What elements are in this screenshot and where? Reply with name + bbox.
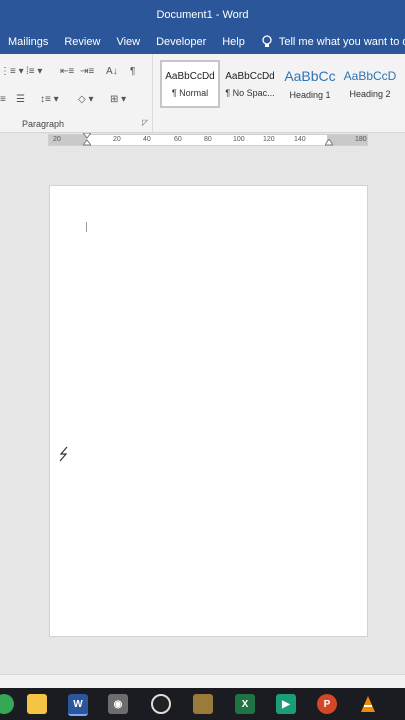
tab-label: Developer — [156, 36, 207, 48]
style-preview: AaBbCcDd — [165, 70, 215, 82]
word-icon[interactable]: W — [68, 694, 88, 716]
style-name: Heading 1 — [289, 90, 331, 100]
indent-marker-icon[interactable] — [83, 133, 91, 147]
line-spacing-icon[interactable]: ↕≡ ▾ — [40, 94, 59, 105]
horizontal-ruler[interactable]: 20 20 40 60 80 100 120 140 180 — [48, 133, 368, 147]
speedometer-icon[interactable] — [151, 694, 171, 714]
powerpoint-icon[interactable]: P — [317, 694, 337, 714]
file-explorer-icon[interactable] — [27, 694, 47, 714]
style-normal[interactable]: AaBbCcDd ¶ Normal — [160, 60, 220, 108]
ruler-label: 120 — [263, 136, 275, 143]
ruler-label: 20 — [53, 136, 61, 143]
borders-icon[interactable]: ⊞ ▾ — [110, 94, 126, 105]
style-name: Heading 2 — [349, 89, 391, 99]
right-indent-marker-icon[interactable] — [325, 139, 333, 146]
tab-developer[interactable]: Developer — [148, 30, 214, 54]
ruler-label: 140 — [294, 136, 306, 143]
ruler-label: 20 — [113, 136, 121, 143]
increase-indent-icon[interactable]: ⇥≡ — [80, 66, 94, 77]
multilevel-list-icon[interactable]: ⁞≡ ▾ — [26, 66, 42, 77]
tab-label: Help — [222, 36, 245, 48]
dialog-launcher-icon[interactable]: ◸ — [142, 118, 148, 127]
style-preview: AaBbCcD — [343, 69, 397, 83]
pilcrow-icon[interactable]: ¶ — [130, 66, 135, 77]
justify-icon[interactable]: ≡ — [0, 94, 6, 105]
tab-label: Review — [64, 36, 101, 48]
ruler-label: 60 — [174, 136, 182, 143]
style-name: ¶ Normal — [171, 87, 209, 98]
style-heading-2[interactable]: AaBbCcD Heading 2 — [340, 60, 400, 108]
style-no-spacing[interactable]: AaBbCcDd ¶ No Spac... — [220, 60, 280, 108]
tab-view[interactable]: View — [108, 30, 148, 54]
text-cursor — [86, 222, 87, 232]
tab-review[interactable]: Review — [56, 30, 108, 54]
lightbulb-icon — [262, 35, 272, 47]
camera-icon[interactable]: ◉ — [108, 694, 128, 714]
sort-icon[interactable]: A↓ — [106, 66, 118, 77]
title-bar: Document1 - Word — [0, 0, 405, 30]
ruler-label: 80 — [204, 136, 212, 143]
ruler-label: 180 — [355, 136, 367, 143]
decrease-indent-icon[interactable]: ⇤≡ — [60, 66, 74, 77]
camtasia-icon[interactable]: ▶ — [276, 694, 296, 714]
vlc-icon[interactable] — [358, 694, 378, 714]
chrome-icon[interactable] — [0, 694, 14, 714]
pen-pointer-icon — [58, 446, 70, 465]
taskbar: W ◉ X ▶ P — [0, 688, 405, 720]
shading-icon[interactable]: ◇ ▾ — [78, 94, 94, 105]
ribbon: ⋮≡ ▾ ⁞≡ ▾ ⇤≡ ⇥≡ A↓ ¶ ≡ ☰ ↕≡ ▾ ◇ ▾ ⊞ ▾ Pa… — [0, 54, 405, 133]
ruler-label: 100 — [233, 136, 245, 143]
ribbon-tabs: Mailings Review View Developer Help Tell… — [0, 30, 405, 54]
style-preview: AaBbCcDd — [225, 70, 275, 82]
tab-label: View — [116, 36, 141, 48]
tab-help[interactable]: Help — [214, 30, 253, 54]
ruler-label: 40 — [143, 136, 151, 143]
tell-me-search[interactable]: Tell me what you want to do — [253, 35, 405, 49]
style-heading-1[interactable]: AaBbCc Heading 1 — [280, 60, 340, 108]
tab-label: Mailings — [8, 36, 49, 48]
tell-me-text: Tell me what you want to do — [278, 36, 405, 48]
styles-gallery: AaBbCcDd ¶ Normal AaBbCcDd ¶ No Spac... … — [160, 60, 400, 108]
paragraph-group-label: Paragraph — [22, 119, 65, 129]
align-icon[interactable]: ☰ — [16, 94, 25, 105]
tab-mailings[interactable]: Mailings — [0, 30, 56, 54]
game-icon[interactable] — [193, 694, 213, 714]
style-name: ¶ No Spac... — [225, 87, 275, 98]
status-bar — [0, 674, 405, 689]
style-preview: AaBbCc — [284, 68, 336, 84]
excel-icon[interactable]: X — [235, 694, 255, 714]
paragraph-group: ⋮≡ ▾ ⁞≡ ▾ ⇤≡ ⇥≡ A↓ ¶ ≡ ☰ ↕≡ ▾ ◇ ▾ ⊞ ▾ Pa… — [0, 54, 153, 132]
bullets-icon[interactable]: ⋮≡ ▾ — [0, 66, 24, 77]
document-page[interactable] — [49, 185, 368, 637]
window-title: Document1 - Word — [156, 9, 249, 21]
